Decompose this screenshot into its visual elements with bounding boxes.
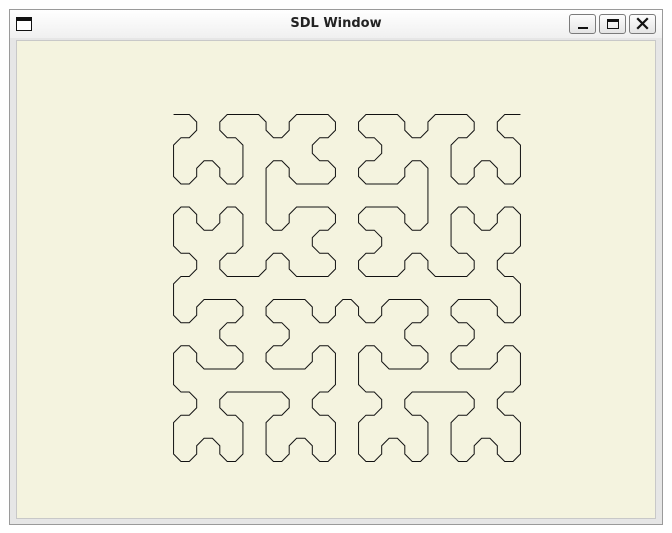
maximize-button[interactable] [599,14,626,34]
curve-drawing [173,114,521,462]
render-canvas[interactable] [16,40,656,519]
minimize-button[interactable] [569,14,596,34]
maximize-icon [607,19,619,29]
close-button[interactable] [629,14,656,34]
minimize-icon [578,27,588,29]
app-window: SDL Window [9,9,663,525]
title-bar[interactable]: SDL Window [10,10,662,38]
close-icon [636,17,649,30]
window-title: SDL Window [290,16,382,31]
hilbert-curve-path [173,114,521,462]
